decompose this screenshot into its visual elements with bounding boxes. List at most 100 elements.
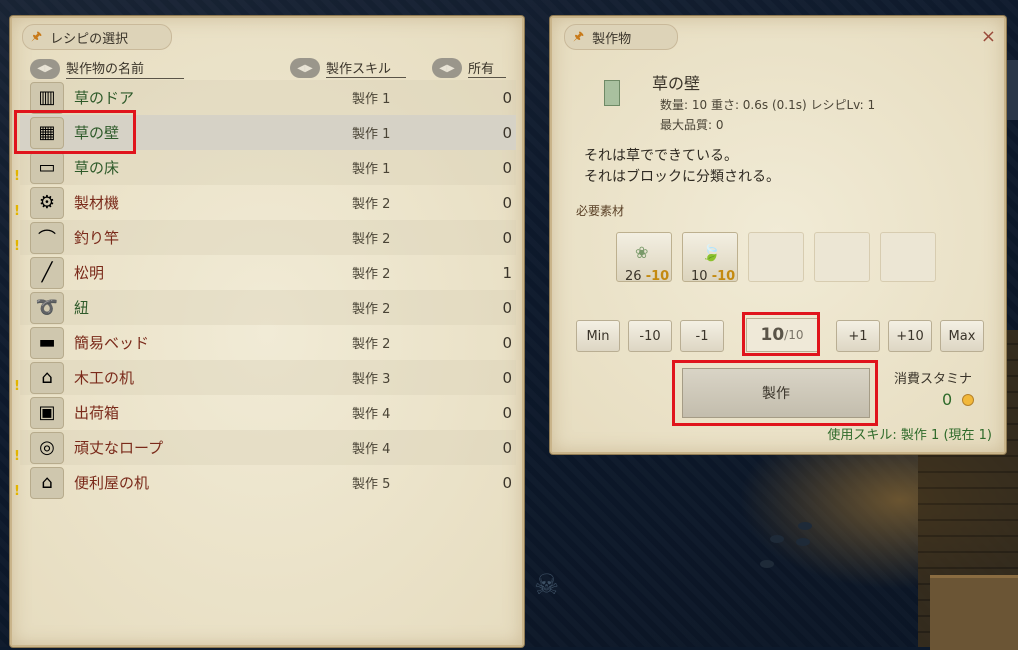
minus10-button[interactable]: -10 bbox=[628, 320, 672, 352]
grass-door-icon: ▥ bbox=[30, 81, 64, 114]
recipe-row[interactable]: ! ⌂ 木工の机 製作 3 0 bbox=[14, 360, 516, 395]
recipe-skill: 製作 2 bbox=[352, 267, 391, 282]
quantity-field[interactable]: 10 /10 bbox=[746, 318, 818, 352]
pin-icon: 🖈 bbox=[573, 28, 585, 43]
recipe-skill: 製作 1 bbox=[352, 162, 391, 177]
handyman-desk-icon: ⌂ bbox=[30, 466, 64, 499]
wooden-floor bbox=[930, 575, 1018, 650]
craft-button[interactable]: 製作 bbox=[682, 368, 870, 418]
max-button[interactable]: Max bbox=[940, 320, 984, 352]
recipe-row[interactable]: ! ◎ 頑丈なロープ 製作 4 0 bbox=[14, 430, 516, 465]
sawmill-icon: ⚙ bbox=[30, 186, 64, 219]
recipe-list: ▥ 草のドア 製作 1 0 ▦ 草の壁 製作 1 0! ▭ 草の床 製作 1 0! ⚙ 製材機 製作 2 0!… bbox=[14, 80, 516, 500]
alert-icon: ! bbox=[14, 484, 20, 499]
column-name-label: 製作物の名前 bbox=[66, 58, 184, 79]
grass-floor-icon: ▭ bbox=[30, 151, 64, 184]
alert-icon: ! bbox=[14, 379, 20, 394]
skill-used: 使用スキル: 製作 1 (現在 1) bbox=[827, 428, 992, 443]
product-panel: 🖈 製作物 × 草の壁 数量: 10 重さ: 0.6s (0.1s) レシピLv… bbox=[550, 16, 1006, 454]
column-header-owned[interactable]: ◀▶ 所有 bbox=[432, 58, 506, 78]
skull-icon: ☠ bbox=[534, 568, 560, 601]
recipe-skill: 製作 5 bbox=[352, 477, 391, 492]
material-need: -10 bbox=[645, 269, 670, 284]
materials-title: 必要素材 bbox=[576, 204, 625, 218]
recipe-owned: 0 bbox=[502, 368, 512, 387]
recipe-select-panel: 🖈 レシピの選択 ◀▶ 製作物の名前 ◀▶ 製作スキル ◀▶ 所有 ▥ 草のドア製… bbox=[10, 16, 524, 647]
plus1-button[interactable]: +1 bbox=[836, 320, 880, 352]
recipe-name: 木工の机 bbox=[74, 369, 135, 387]
sort-icon[interactable]: ◀▶ bbox=[290, 58, 320, 78]
torch-icon: ╱ bbox=[30, 256, 64, 289]
empty-material-slot bbox=[880, 232, 936, 282]
recipe-skill: 製作 2 bbox=[352, 302, 391, 317]
alert-icon: ! bbox=[14, 449, 20, 464]
recipe-name: 便利屋の机 bbox=[74, 474, 150, 492]
recipe-row[interactable]: ! ▭ 草の床 製作 1 0 bbox=[14, 150, 516, 185]
recipe-row[interactable]: ▬ 簡易ベッド 製作 2 0 bbox=[20, 325, 516, 360]
alert-icon: ! bbox=[14, 239, 20, 254]
stamina-coin-icon bbox=[962, 394, 974, 406]
column-owned-label: 所有 bbox=[468, 58, 506, 78]
recipe-owned: 0 bbox=[502, 473, 512, 492]
column-header-name[interactable]: ◀▶ 製作物の名前 bbox=[30, 58, 184, 79]
column-header-skill[interactable]: ◀▶ 製作スキル bbox=[290, 58, 406, 78]
product-tab: 🖈 製作物 bbox=[564, 24, 678, 50]
recipe-name: 頑丈なロープ bbox=[74, 439, 164, 457]
recipe-name: 草の壁 bbox=[74, 124, 120, 142]
recipe-row[interactable]: ! ⌒ 釣り竿 製作 2 0 bbox=[14, 220, 516, 255]
pin-icon: 🖈 bbox=[31, 28, 43, 43]
recipe-row[interactable]: ▦ 草の壁 製作 1 0 bbox=[20, 115, 516, 150]
product-description: それは草でできている。 それはブロックに分類される。 bbox=[584, 146, 780, 188]
material-have: 10 bbox=[691, 269, 708, 284]
product-name: 草の壁 bbox=[652, 74, 701, 93]
sort-icon[interactable]: ◀▶ bbox=[432, 58, 462, 78]
recipe-skill: 製作 2 bbox=[352, 232, 391, 247]
recipe-owned: 0 bbox=[502, 333, 512, 352]
leaf-material-icon: 🍃 bbox=[701, 243, 721, 262]
product-meta: 数量: 10 重さ: 0.6s (0.1s) レシピLv: 1 bbox=[660, 98, 876, 112]
grass-wall-product-icon bbox=[604, 80, 620, 106]
recipe-select-title: レシピの選択 bbox=[50, 31, 129, 47]
recipe-name: 草のドア bbox=[74, 89, 135, 107]
plus10-button[interactable]: +10 bbox=[888, 320, 932, 352]
material-slot[interactable]: ❀ 26 -10 bbox=[616, 232, 672, 284]
stamina-label: 消費スタミナ bbox=[894, 372, 973, 387]
recipe-skill: 製作 1 bbox=[352, 127, 391, 142]
sort-icon[interactable]: ◀▶ bbox=[30, 58, 60, 79]
recipe-row[interactable]: ▣ 出荷箱 製作 4 0 bbox=[20, 395, 516, 430]
recipe-row[interactable]: ! ⚙ 製材機 製作 2 0 bbox=[14, 185, 516, 220]
sturdy-rope-icon: ◎ bbox=[30, 431, 64, 464]
recipe-row[interactable]: ▥ 草のドア 製作 1 0 bbox=[20, 80, 516, 115]
recipe-row[interactable]: ➰ 紐 製作 2 0 bbox=[20, 290, 516, 325]
empty-material-slot bbox=[814, 232, 870, 282]
minus1-button[interactable]: -1 bbox=[680, 320, 724, 352]
recipe-row[interactable]: ╱ 松明 製作 2 1 bbox=[20, 255, 516, 290]
recipe-name: 製材機 bbox=[74, 194, 120, 212]
recipe-row[interactable]: ! ⌂ 便利屋の机 製作 5 0 bbox=[14, 465, 516, 500]
alert-icon: ! bbox=[14, 169, 20, 184]
recipe-select-tab: 🖈 レシピの選択 bbox=[22, 24, 172, 50]
product-title: 製作物 bbox=[592, 31, 632, 47]
carpentry-desk-icon: ⌂ bbox=[30, 361, 64, 394]
min-button[interactable]: Min bbox=[576, 320, 620, 352]
description-line: それは草でできている。 bbox=[584, 148, 738, 164]
simple-bed-icon: ▬ bbox=[30, 326, 64, 359]
recipe-skill: 製作 1 bbox=[352, 92, 391, 107]
recipe-name: 松明 bbox=[74, 264, 105, 282]
empty-material-slot bbox=[748, 232, 804, 282]
alert-icon: ! bbox=[14, 204, 20, 219]
product-quality: 最大品質: 0 bbox=[660, 118, 724, 132]
quantity-max: /10 bbox=[784, 328, 804, 342]
recipe-name: 紐 bbox=[74, 299, 90, 317]
material-slot[interactable]: 🍃 10 -10 bbox=[682, 232, 738, 284]
material-need: -10 bbox=[711, 269, 736, 284]
grass-material-icon: ❀ bbox=[635, 243, 649, 262]
recipe-skill: 製作 3 bbox=[352, 372, 391, 387]
recipe-name: 草の床 bbox=[74, 159, 120, 177]
column-skill-label: 製作スキル bbox=[326, 58, 406, 78]
recipe-owned: 0 bbox=[502, 403, 512, 422]
recipe-owned: 0 bbox=[502, 193, 512, 212]
string-icon: ➰ bbox=[30, 291, 64, 324]
close-icon[interactable]: × bbox=[981, 26, 996, 47]
recipe-owned: 0 bbox=[502, 123, 512, 142]
